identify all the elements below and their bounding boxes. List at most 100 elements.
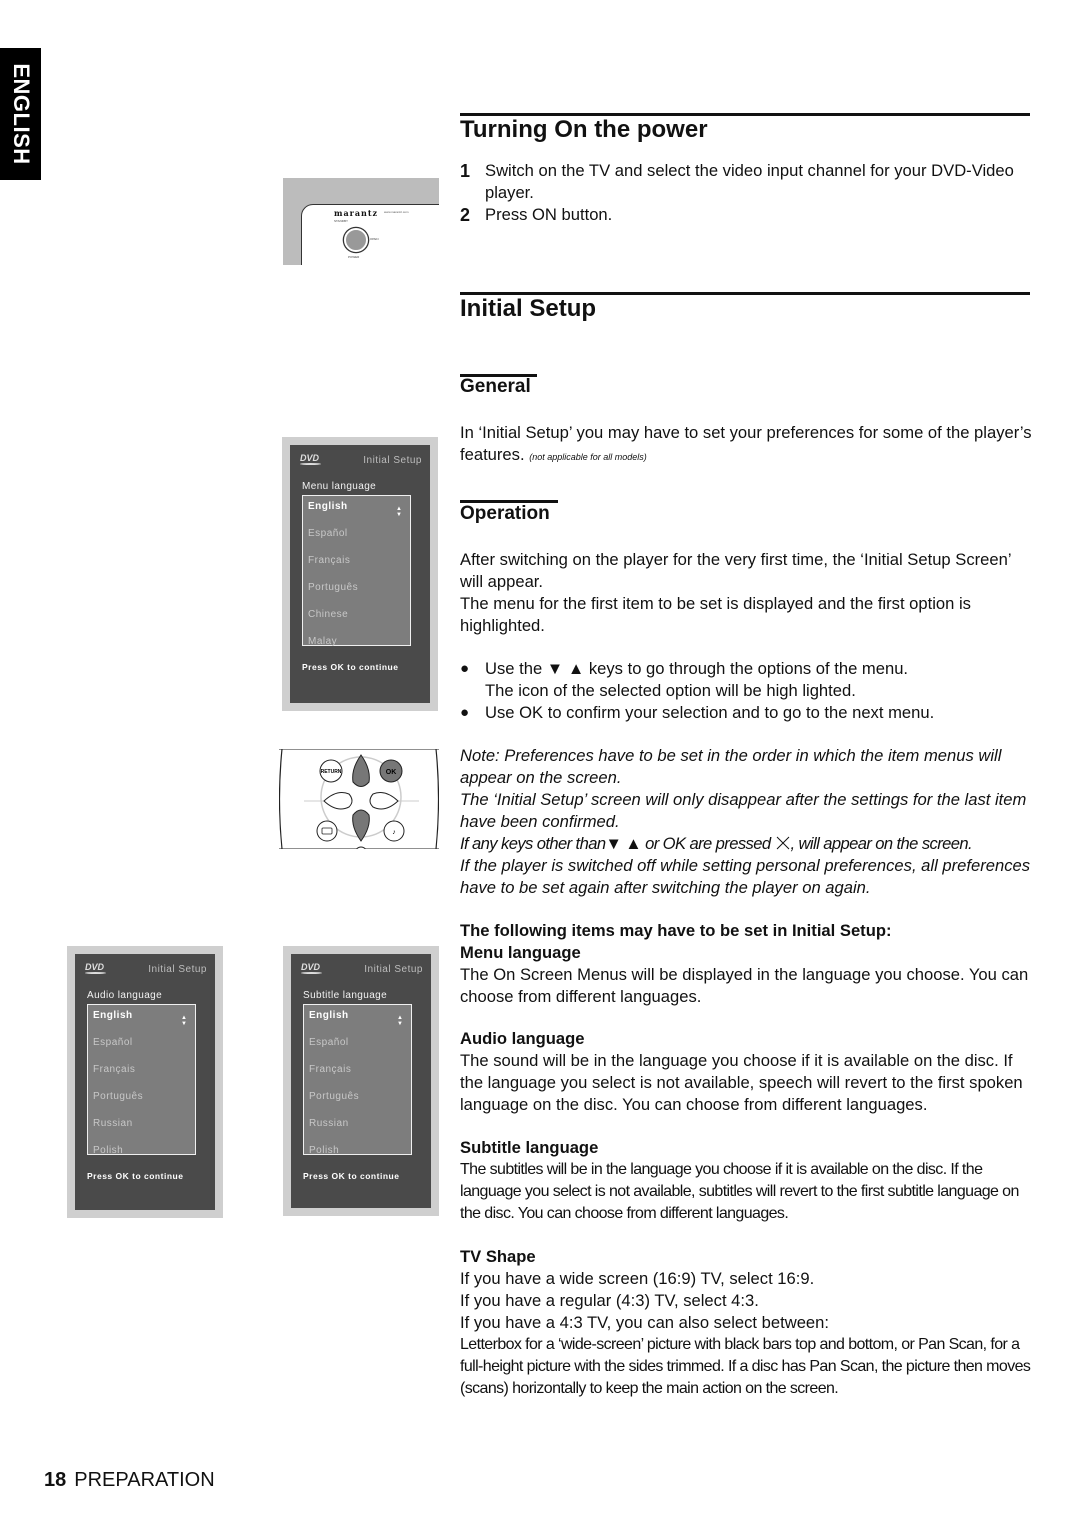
audio-icon: ♪ — [392, 829, 396, 836]
osd-title: Initial Setup — [363, 455, 422, 466]
general-note: (not applicable for all models) — [529, 452, 647, 462]
item-text-subtitle-language: The subtitles will be in the language yo… — [460, 1161, 1019, 1222]
option-francais[interactable]: Français — [308, 555, 350, 566]
note-switch-off: If the player is switched off while sett… — [460, 856, 1031, 897]
subtitle-button[interactable] — [316, 820, 338, 842]
up-arrow-button[interactable] — [352, 754, 370, 787]
step-item: 1 Switch on the TV and select the video … — [460, 160, 1035, 204]
option-portugues[interactable]: Português — [309, 1091, 359, 1102]
page-footer: 18 PREPARATION — [44, 1469, 215, 1492]
items-intro: The following items may have to be set i… — [460, 921, 892, 940]
right-arrow-button[interactable] — [369, 792, 399, 810]
brand-url: www.marantz.com — [384, 210, 409, 214]
player-front-panel-illustration: marantz www.marantz.com STANDBY OPEN POW… — [283, 178, 439, 265]
note-keys-text-end: , will appear on the screen. — [790, 834, 973, 853]
item-text-menu-language: The On Screen Menus will be displayed in… — [460, 965, 1029, 1006]
tv-shape-line: If you have a wide screen (16:9) TV, sel… — [460, 1269, 815, 1288]
osd-menu-label: Menu language — [302, 481, 377, 492]
option-portugues[interactable]: Português — [308, 582, 358, 593]
power-steps: 1 Switch on the TV and select the video … — [460, 160, 1035, 226]
cross-icon — [776, 836, 789, 850]
language-tab-label: ENGLISH — [8, 63, 34, 165]
front-panel: marantz www.marantz.com STANDBY OPEN POW… — [301, 204, 439, 265]
bullet-icon: ● — [460, 660, 470, 677]
item-title-audio-language: Audio language — [460, 1029, 585, 1048]
page-number: 18 — [44, 1469, 67, 1491]
option-espanol[interactable]: Español — [93, 1037, 133, 1048]
option-francais[interactable]: Français — [93, 1064, 135, 1075]
dvd-logo-icon: DVD — [300, 453, 322, 465]
option-russian[interactable]: Russian — [93, 1118, 133, 1129]
option-english[interactable]: English — [93, 1010, 133, 1021]
dvd-logo-icon: DVD — [301, 962, 323, 974]
option-english[interactable]: English — [308, 501, 348, 512]
option-malay[interactable]: Malay — [308, 636, 337, 647]
osd-panel: DVD Initial Setup Menu language English … — [290, 445, 430, 703]
language-tab: ENGLISH — [0, 48, 41, 180]
osd-menu-label: Audio language — [87, 990, 163, 1001]
note-other-keys: If any keys other than▼ ▲ or OK are pres… — [460, 833, 1035, 855]
setup-items: The following items may have to be set i… — [460, 920, 1035, 1400]
option-polish[interactable]: Polish — [93, 1145, 123, 1156]
remote-control-illustration: RETURN OK ♪ — [279, 749, 439, 849]
osd-menu-language-screen: DVD Initial Setup Menu language English … — [282, 437, 438, 711]
language-listbox[interactable]: English Español Français Português Chine… — [302, 495, 411, 647]
heading-general: General — [460, 376, 531, 397]
note-order: Note: Preferences have to be set in the … — [460, 746, 1002, 787]
language-listbox[interactable]: English Español Français Português Russi… — [303, 1004, 412, 1156]
bullet-item: ● Use the ▼ ▲ keys to go through the opt… — [460, 658, 1035, 702]
option-espanol[interactable]: Español — [309, 1037, 349, 1048]
heading-turning-on: Turning On the power — [460, 116, 708, 143]
osd-title: Initial Setup — [364, 964, 423, 975]
option-russian[interactable]: Russian — [309, 1118, 349, 1129]
up-down-arrows-icon: ▲ ▼ — [181, 1015, 187, 1027]
power-label: POWER — [348, 255, 360, 259]
return-label: RETURN — [321, 769, 342, 775]
note-keys-text: If any keys other than▼ ▲ or OK are pres… — [460, 834, 771, 853]
item-text-tv-shape: Letterbox for a ‘wide-screen’ picture wi… — [460, 1336, 1031, 1397]
option-english[interactable]: English — [309, 1010, 349, 1021]
option-portugues[interactable]: Português — [93, 1091, 143, 1102]
osd-footer: Press OK to continue — [87, 1171, 184, 1181]
brand-logo: marantz — [334, 208, 379, 218]
general-text: In ‘Initial Setup’ you may have to set y… — [460, 422, 1035, 468]
option-francais[interactable]: Français — [309, 1064, 351, 1075]
item-title-subtitle-language: Subtitle language — [460, 1138, 599, 1157]
operation-notes: Note: Preferences have to be set in the … — [460, 745, 1035, 899]
up-down-arrows-icon: ▲ ▼ — [397, 1015, 403, 1027]
osd-menu-label: Subtitle language — [303, 990, 388, 1001]
standby-label: STANDBY — [334, 219, 348, 223]
return-button[interactable]: RETURN — [319, 759, 343, 783]
osd-audio-language-screen: DVD Initial Setup Audio language English… — [67, 946, 223, 1218]
item-title-menu-language: Menu language — [460, 943, 581, 962]
section-name: PREPARATION — [74, 1469, 215, 1491]
bullet-item: ● Use OK to confirm your selection and t… — [460, 702, 1035, 724]
bullet-text: Use OK to confirm your selection and to … — [485, 703, 935, 722]
osd-title: Initial Setup — [148, 964, 207, 975]
tv-shape-line: If you have a 4:3 TV, you can also selec… — [460, 1313, 829, 1332]
operation-bullets: ● Use the ▼ ▲ keys to go through the opt… — [460, 658, 1035, 724]
left-arrow-button[interactable] — [323, 792, 353, 810]
osd-footer: Press OK to continue — [303, 1171, 400, 1181]
dvd-logo-icon: DVD — [85, 962, 107, 974]
power-button-icon — [344, 228, 368, 252]
tv-shape-line: If you have a regular (4:3) TV, select 4… — [460, 1291, 759, 1310]
osd-footer: Press OK to continue — [302, 662, 399, 672]
step-text: Switch on the TV and select the video in… — [485, 161, 1014, 202]
heading-initial-setup: Initial Setup — [460, 295, 597, 322]
item-text-audio-language: The sound will be in the language you ch… — [460, 1051, 1023, 1114]
bullet-text: Use the ▼ ▲ keys to go through the optio… — [485, 659, 909, 678]
option-espanol[interactable]: Español — [308, 528, 348, 539]
bullet-icon: ● — [460, 704, 470, 721]
osd-panel: DVD Initial Setup Audio language English… — [75, 954, 215, 1210]
heading-operation: Operation — [460, 503, 550, 524]
language-listbox[interactable]: English Español Français Português Russi… — [87, 1004, 196, 1156]
ok-button[interactable]: OK — [379, 759, 403, 783]
operation-para-1: After switching on the player for the ve… — [460, 550, 1011, 591]
bullet-subtext: The icon of the selected option will be … — [485, 681, 856, 700]
step-number: 1 — [460, 161, 471, 181]
option-chinese[interactable]: Chinese — [308, 609, 348, 620]
step-item: 2 Press ON button. — [460, 204, 1035, 226]
audio-button[interactable]: ♪ — [383, 820, 405, 842]
option-polish[interactable]: Polish — [309, 1145, 339, 1156]
